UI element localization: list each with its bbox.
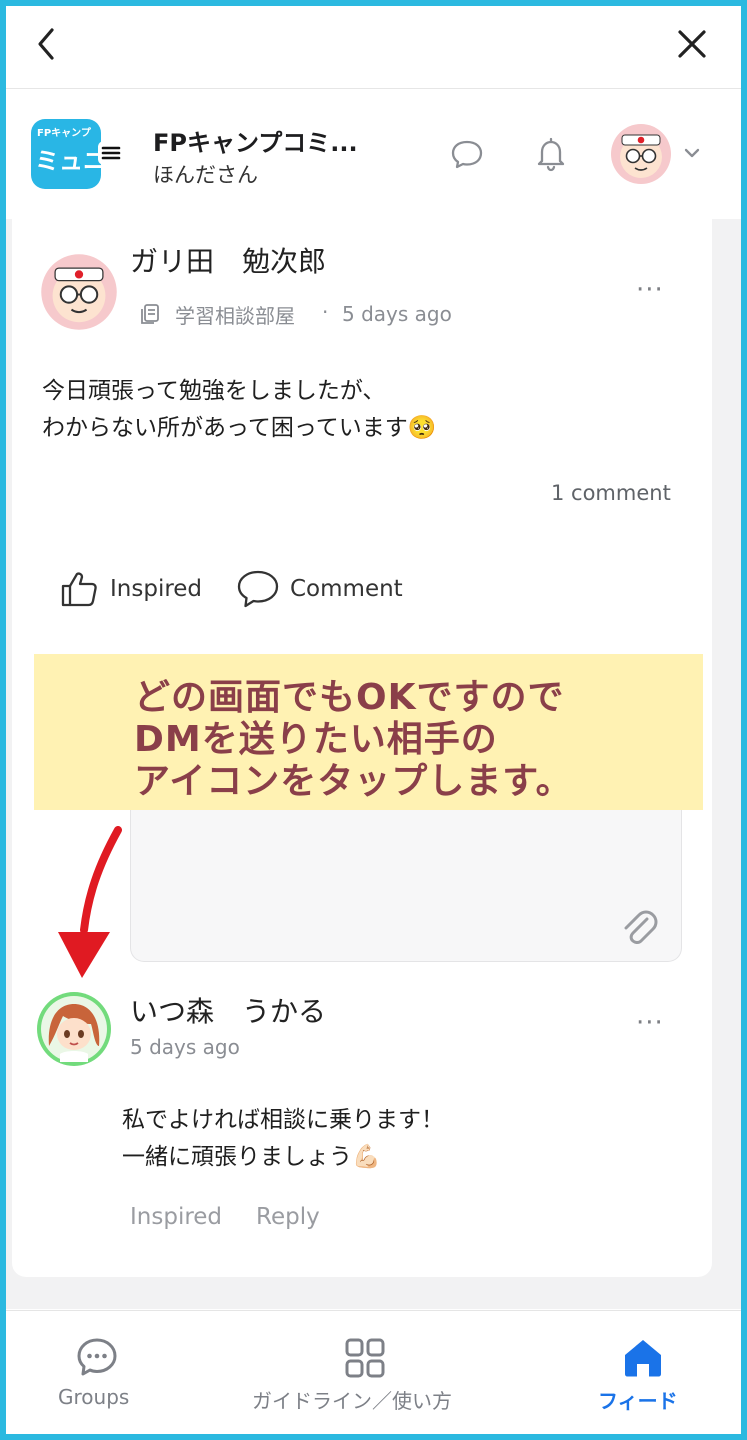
- avatar-glasses-man-icon: [41, 254, 117, 330]
- hamburger-icon: [101, 146, 121, 160]
- post-author-avatar[interactable]: [40, 253, 118, 331]
- notifications-button[interactable]: [533, 135, 569, 173]
- chevron-left-icon: [38, 28, 54, 60]
- home-icon: [625, 1340, 661, 1377]
- comment-count[interactable]: 1 comment: [551, 481, 671, 505]
- comment-more-button[interactable]: ···: [636, 1008, 664, 1038]
- meta-separator: ·: [322, 300, 329, 324]
- inspired-label: Inspired: [110, 576, 203, 602]
- instruction-banner: どの画面でもOKですので DMを送りたい相手の アイコンをタップします。: [34, 654, 703, 810]
- post-body-line: 今日頑張って勉強をしましたが、: [42, 378, 386, 404]
- reply-input-box[interactable]: [130, 806, 682, 962]
- thumbs-up-icon: [61, 572, 97, 607]
- paperclip-icon[interactable]: [619, 906, 659, 948]
- comment-button[interactable]: Comment: [236, 568, 426, 612]
- nav-guidelines[interactable]: ガイドライン／使い方: [244, 1335, 494, 1415]
- comment-author-avatar[interactable]: [35, 990, 113, 1068]
- top-bar: [6, 6, 741, 89]
- nav-feed[interactable]: フィード: [586, 1335, 706, 1415]
- bottom-nav: Groups ガイドライン／使い方 フィード: [6, 1310, 741, 1435]
- comment-body-line: 一緒に頑張りましょう💪🏻: [122, 1144, 381, 1170]
- comment-label: Comment: [290, 576, 403, 602]
- nav-groups-label: Groups: [58, 1385, 130, 1409]
- community-subtitle: ほんださん: [153, 163, 258, 187]
- close-icon: [678, 30, 706, 58]
- community-header: FPキャンプ ミュニ FPキャンプコミ... ほんださん: [6, 89, 741, 219]
- post-timestamp: 5 days ago: [342, 302, 452, 326]
- comment-body-line: 私でよければ相談に乗ります！: [122, 1107, 444, 1133]
- avatar-girl-icon: [37, 992, 111, 1066]
- grid-icon: [345, 1338, 385, 1378]
- inspired-button[interactable]: Inspired: [58, 568, 218, 612]
- nav-guidelines-label: ガイドライン／使い方: [252, 1389, 452, 1413]
- post-body-line: わからない所があって困っています🥺: [42, 415, 437, 441]
- space-icon: [139, 302, 163, 326]
- chevron-down-icon: [684, 148, 700, 158]
- post-more-button[interactable]: ···: [636, 275, 664, 305]
- account-menu-toggle[interactable]: [680, 141, 704, 165]
- comment-reply-button[interactable]: Reply: [256, 1204, 320, 1230]
- comment-icon: [237, 570, 279, 608]
- red-arrow-icon: [58, 826, 122, 978]
- nav-groups[interactable]: Groups: [36, 1335, 156, 1415]
- back-button[interactable]: [28, 22, 68, 66]
- logo-main-text: ミュニ: [35, 147, 101, 175]
- post-space-link[interactable]: 学習相談部屋: [175, 300, 295, 329]
- post-author-name[interactable]: ガリ田 勉次郎: [130, 240, 326, 280]
- nav-feed-label: フィード: [598, 1389, 678, 1413]
- comment-author-name[interactable]: いつ森 うかる: [130, 990, 326, 1030]
- messages-button[interactable]: [449, 137, 485, 171]
- logo-top-text: FPキャンプ: [37, 128, 91, 139]
- instruction-line: アイコンをタップします。: [134, 761, 573, 802]
- close-button[interactable]: [670, 22, 714, 66]
- user-avatar[interactable]: [610, 123, 672, 185]
- community-logo[interactable]: FPキャンプ ミュニ: [31, 119, 101, 189]
- comment-inspired-button[interactable]: Inspired: [130, 1204, 222, 1230]
- avatar-glasses-man-icon: [611, 124, 671, 184]
- comment-timestamp: 5 days ago: [130, 1035, 240, 1059]
- menu-button[interactable]: [98, 141, 124, 165]
- chat-bubble-icon: [77, 1338, 117, 1376]
- chat-bubble-icon: [451, 140, 483, 169]
- bell-icon: [537, 137, 565, 172]
- community-name[interactable]: FPキャンプコミ...: [153, 123, 358, 158]
